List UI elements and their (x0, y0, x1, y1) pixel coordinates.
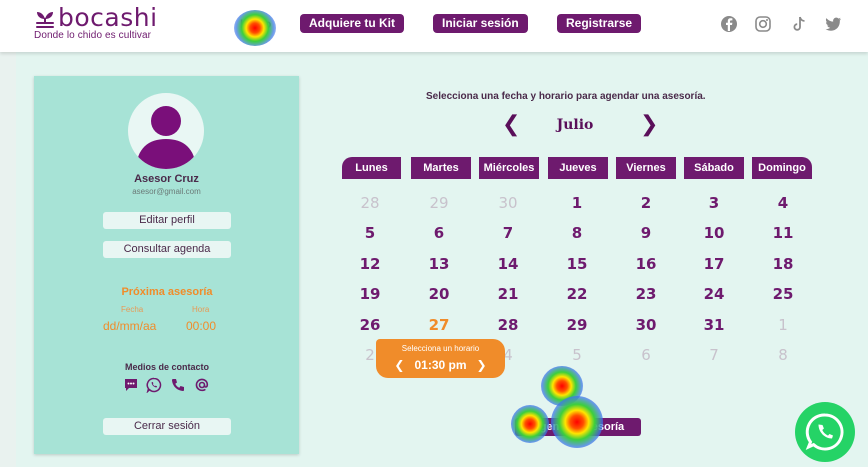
logo-tagline: Donde lo chido es cultivar (34, 30, 152, 41)
calendar-day-header: Miércoles (479, 157, 539, 179)
calendar-day[interactable]: 23 (620, 285, 672, 303)
calendar-day[interactable]: 20 (413, 285, 465, 303)
next-appointment-title: Próxima asesoría (121, 286, 213, 298)
facebook-icon[interactable] (719, 14, 739, 34)
book-appointment-button[interactable]: Agendar asesoría (515, 418, 641, 436)
calendar-day[interactable]: 28 (482, 316, 534, 334)
view-agenda-button[interactable]: Consultar agenda (103, 241, 231, 258)
date-label: Fecha (121, 305, 144, 314)
calendar-day[interactable]: 31 (688, 316, 740, 334)
time-next-button[interactable]: ❯ (477, 358, 487, 372)
top-navbar: bocashi Donde lo chido es cultivar Inici… (0, 0, 868, 52)
twitter-icon[interactable] (823, 14, 843, 34)
calendar-day[interactable]: 14 (482, 255, 534, 273)
time-picker-label: Selecciona un horario (401, 344, 480, 353)
avatar (128, 93, 204, 169)
next-date-value: dd/mm/aa (103, 319, 157, 333)
time-picker-value[interactable]: ❮ 01:30 pm ❯ (376, 358, 505, 372)
next-time-value: 00:00 (186, 319, 217, 333)
calendar-day: 28 (360, 194, 380, 212)
calendar-day: 6 (641, 346, 651, 364)
chat-icon[interactable] (123, 377, 139, 393)
calendar-day-header: Lunes (342, 157, 401, 179)
calendar-day: 7 (709, 346, 719, 364)
nav-button-kit[interactable]: Adquiere tu Kit (300, 14, 404, 33)
calendar-day[interactable]: 6 (413, 224, 465, 242)
calendar-day[interactable]: 16 (620, 255, 672, 273)
calendar-day[interactable]: 25 (757, 285, 809, 303)
calendar-day[interactable]: 10 (688, 224, 740, 242)
calendar-day[interactable]: 21 (482, 285, 534, 303)
nav-button-register[interactable]: Registrarse (557, 14, 642, 33)
calendar-day[interactable]: 4 (757, 194, 809, 212)
calendar-instruction: Selecciona una fecha y horario para agen… (426, 91, 706, 102)
logo-text: bocashi (58, 3, 158, 32)
calendar-day[interactable]: 9 (620, 224, 672, 242)
left-strip (0, 52, 16, 467)
calendar-day[interactable]: 13 (413, 255, 465, 273)
calendar-day-header: Jueves (548, 157, 608, 179)
calendar-day-header: Domingo (752, 157, 812, 179)
calendar-day[interactable]: 2 (620, 194, 672, 212)
logout-button[interactable]: Cerrar sesión (103, 418, 231, 435)
calendar-day[interactable]: 7 (482, 224, 534, 242)
calendar-day[interactable]: 5 (344, 224, 396, 242)
logo[interactable]: bocashi Donde lo chido es cultivar (34, 3, 158, 41)
calendar-day[interactable]: 27 (413, 316, 465, 334)
calendar-day: 1 (778, 316, 788, 334)
whatsapp-float-button[interactable] (794, 401, 856, 463)
calendar-day[interactable]: 12 (344, 255, 396, 273)
profile-email: asesor@gmail.com (132, 187, 201, 196)
calendar-day[interactable]: 11 (757, 224, 809, 242)
tiktok-icon[interactable] (789, 14, 809, 34)
sprout-logo-icon (36, 12, 54, 28)
nav-button-login[interactable]: Iniciar sesión (433, 14, 528, 33)
time-value: 01:30 pm (414, 358, 467, 372)
calendar-day[interactable]: 15 (551, 255, 603, 273)
calendar-day[interactable]: 8 (551, 224, 603, 242)
calendar-day[interactable]: 30 (620, 316, 672, 334)
time-picker-popup[interactable]: Selecciona un horario ❮ 01:30 pm ❯ (376, 339, 505, 378)
calendar-day: 5 (572, 346, 582, 364)
next-month-button[interactable]: ❯ (640, 111, 658, 137)
time-prev-button[interactable]: ❮ (394, 358, 404, 372)
calendar-day: 8 (778, 346, 788, 364)
app-root: bocashi Donde lo chido es cultivar Inici… (0, 0, 868, 467)
calendar-day-header: Martes (411, 157, 471, 179)
calendar-day[interactable]: 22 (551, 285, 603, 303)
whatsapp-icon[interactable] (146, 377, 162, 393)
calendar-day[interactable]: 19 (344, 285, 396, 303)
phone-icon[interactable] (170, 377, 186, 393)
calendar-day[interactable]: 1 (551, 194, 603, 212)
calendar-day[interactable]: 24 (688, 285, 740, 303)
calendar-day[interactable]: 18 (757, 255, 809, 273)
calendar-day-header: Sábado (684, 157, 744, 179)
calendar-day[interactable]: 3 (688, 194, 740, 212)
calendar-month: Julio (556, 117, 594, 133)
calendar-day[interactable]: 26 (344, 316, 396, 334)
nav-link-inicio[interactable]: Inicio (240, 17, 271, 31)
contact-title: Medios de contacto (124, 362, 209, 372)
calendar-day[interactable]: 29 (551, 316, 603, 334)
profile-name: Asesor Cruz (134, 173, 199, 185)
time-label: Hora (192, 305, 210, 314)
at-icon[interactable] (194, 377, 210, 393)
calendar-day: 29 (429, 194, 449, 212)
instagram-icon[interactable] (753, 14, 773, 34)
prev-month-button[interactable]: ❮ (502, 111, 520, 137)
calendar-day[interactable]: 17 (688, 255, 740, 273)
edit-profile-button[interactable]: Editar perfil (103, 212, 231, 229)
calendar-day-header: Viernes (616, 157, 676, 179)
calendar-day: 30 (498, 194, 518, 212)
